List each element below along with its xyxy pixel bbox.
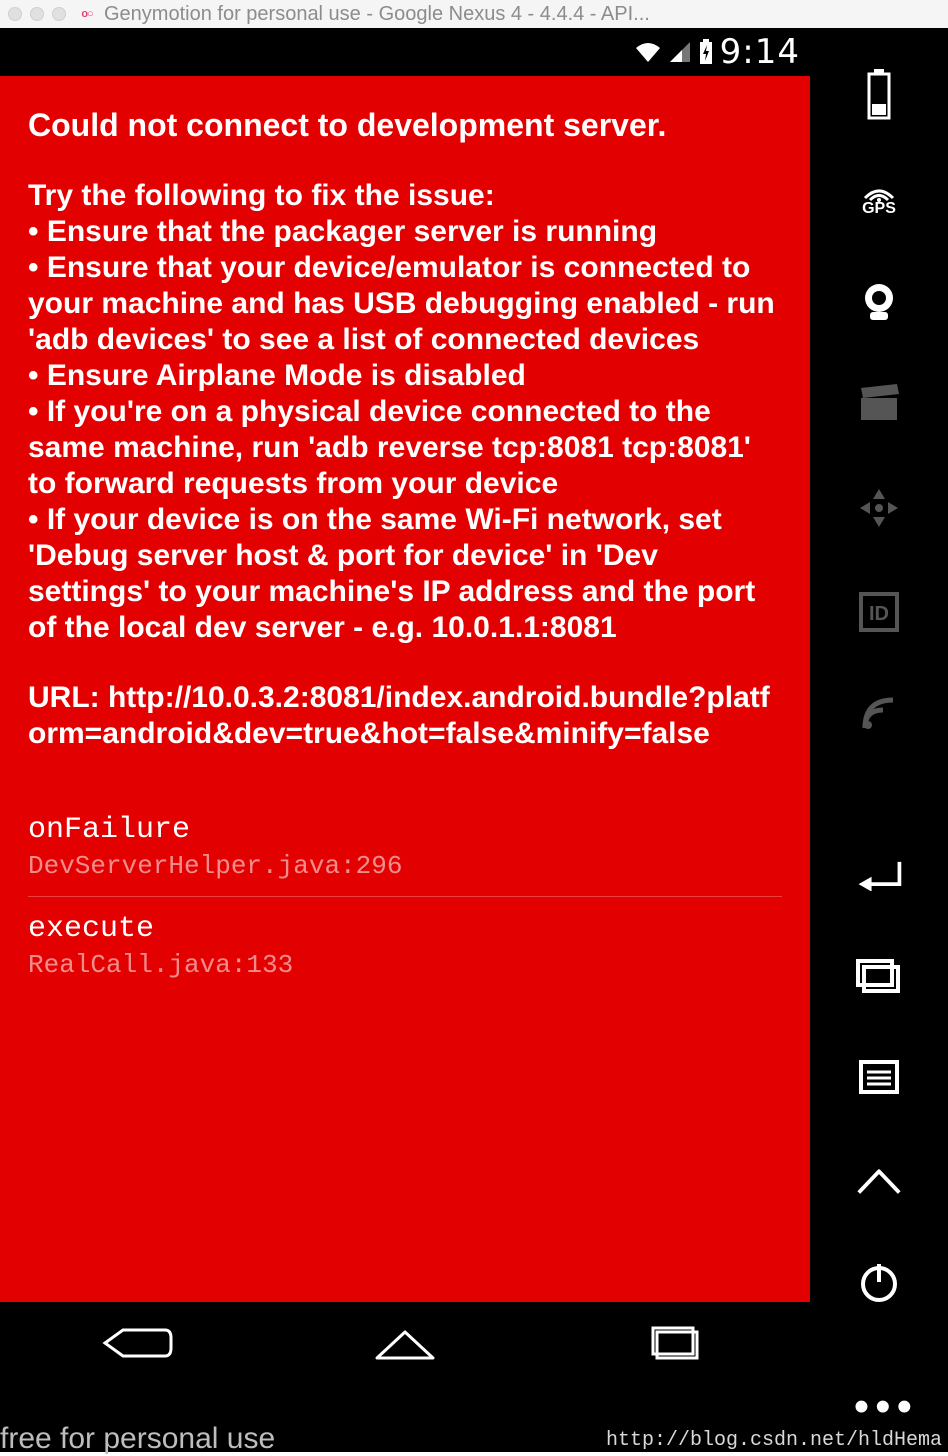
clapper-tool-icon[interactable] xyxy=(853,381,905,427)
error-bullet: • If your device is on the same Wi-Fi ne… xyxy=(28,502,782,646)
traffic-lights xyxy=(8,7,66,21)
error-bullet-list: • Ensure that the packager server is run… xyxy=(28,214,782,646)
signal-icon xyxy=(668,40,692,64)
android-status-bar: 9:14 xyxy=(0,28,810,76)
stack-frame[interactable]: executeRealCall.java:133 xyxy=(28,897,782,995)
nav-recents-button[interactable] xyxy=(635,1322,715,1369)
stack-function: onFailure xyxy=(28,812,782,848)
error-bullet: • If you're on a physical device connect… xyxy=(28,394,782,502)
stack-file: DevServerHelper.java:296 xyxy=(28,850,782,884)
genymotion-logo-icon: o○ xyxy=(76,7,98,21)
zoom-window-button[interactable] xyxy=(52,7,66,21)
error-url: URL: http://10.0.3.2:8081/index.android.… xyxy=(28,680,782,752)
nav-home-button[interactable] xyxy=(365,1322,445,1369)
window-titlebar: o○ Genymotion for personal use - Google … xyxy=(0,0,948,28)
error-url-value: http://10.0.3.2:8081/index.android.bundl… xyxy=(28,681,770,750)
footer-watermark: free for personal use xyxy=(0,1422,275,1456)
android-nav-bar xyxy=(0,1302,810,1388)
error-bullet: • Ensure that the packager server is run… xyxy=(28,214,782,250)
id-tool-icon[interactable]: ID xyxy=(853,589,905,635)
gps-tool-icon[interactable]: GPS xyxy=(853,176,905,222)
nav-back-button[interactable] xyxy=(95,1322,175,1369)
status-time: 9:14 xyxy=(720,32,800,72)
close-window-button[interactable] xyxy=(8,7,22,21)
tool-back-icon[interactable] xyxy=(853,850,905,896)
error-url-label: URL: xyxy=(28,681,108,714)
error-title: Could not connect to development server. xyxy=(28,106,782,144)
camera-tool-icon[interactable] xyxy=(853,278,905,324)
tool-power-icon[interactable] xyxy=(853,1259,905,1305)
device-screen: 9:14 Could not connect to development se… xyxy=(0,28,810,1388)
stack-function: execute xyxy=(28,911,782,947)
stack-file: RealCall.java:133 xyxy=(28,949,782,983)
network-tool-icon[interactable] xyxy=(853,691,905,737)
battery-tool-icon[interactable] xyxy=(853,68,905,120)
redbox-error-screen: Could not connect to development server.… xyxy=(0,76,810,1388)
error-bullet: • Ensure that your device/emulator is co… xyxy=(28,250,782,358)
emulator-frame: 9:14 Could not connect to development se… xyxy=(0,28,948,1452)
gps-label: GPS xyxy=(862,200,896,218)
error-stack: onFailureDevServerHelper.java:296execute… xyxy=(28,798,782,995)
tool-menu-icon[interactable] xyxy=(853,1054,905,1100)
battery-charging-icon xyxy=(698,39,714,65)
dpad-tool-icon[interactable] xyxy=(853,483,905,533)
svg-text:ID: ID xyxy=(869,603,889,625)
genymotion-tool-strip: GPS ID xyxy=(810,28,948,1388)
minimize-window-button[interactable] xyxy=(30,7,44,21)
tool-recents-icon[interactable] xyxy=(853,952,905,998)
tool-home-icon[interactable] xyxy=(853,1157,905,1203)
overflow-menu-icon[interactable]: ••• xyxy=(854,1382,918,1432)
error-bullet: • Ensure Airplane Mode is disabled xyxy=(28,358,782,394)
error-fix-heading: Try the following to fix the issue: xyxy=(28,178,782,214)
wifi-icon xyxy=(634,40,662,64)
stack-frame[interactable]: onFailureDevServerHelper.java:296 xyxy=(28,798,782,896)
footer-source-url: http://blog.csdn.net/hldHema xyxy=(606,1429,942,1452)
window-title: Genymotion for personal use - Google Nex… xyxy=(104,3,940,26)
